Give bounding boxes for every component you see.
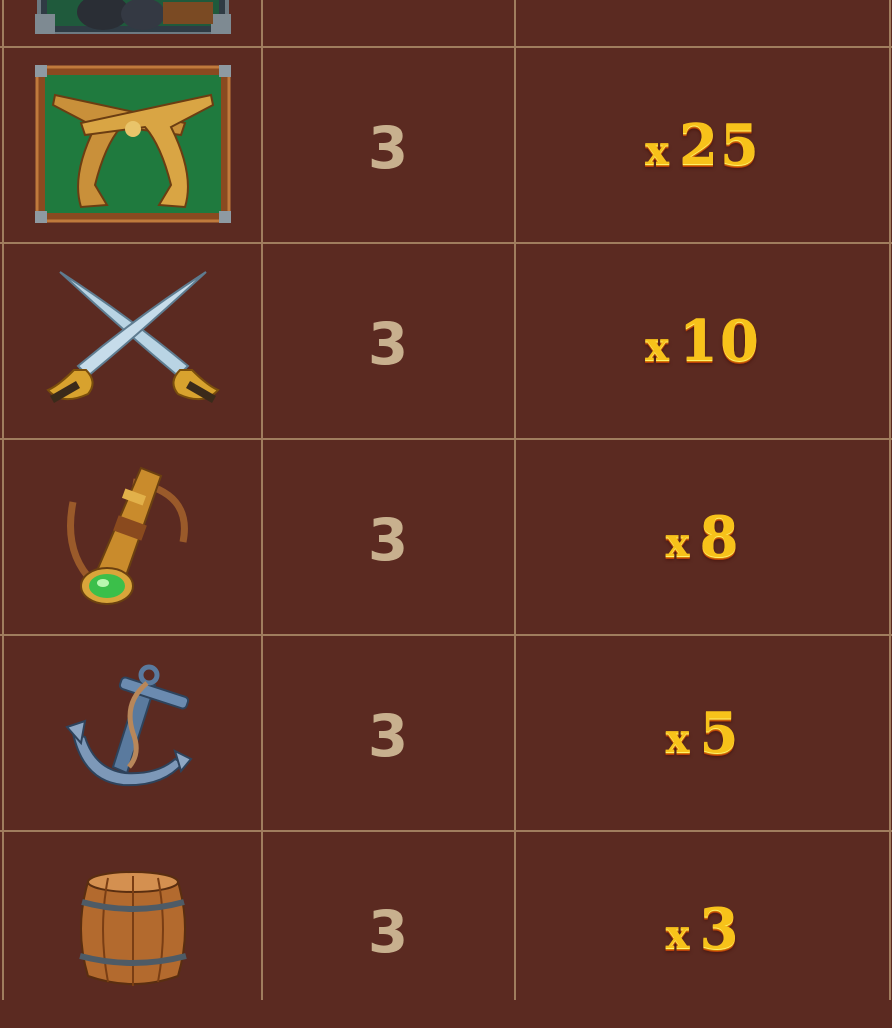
grid-line-horizontal xyxy=(0,242,892,244)
multiplier-value: x3 xyxy=(665,896,741,962)
symbol-cell xyxy=(4,48,261,242)
paytable-row-anchor: 3 x5 xyxy=(0,636,892,832)
paytable-row-cannon xyxy=(0,0,892,48)
multiplier-cell: x8 xyxy=(516,440,890,634)
multiplier-value: x 25 xyxy=(645,112,761,178)
multiplier-cell: x 10 xyxy=(516,244,890,438)
grid-line-horizontal xyxy=(0,438,892,440)
cannon-icon xyxy=(34,0,231,34)
symbol-cell xyxy=(4,440,261,634)
barrel-icon xyxy=(78,871,187,986)
count-cell: 3 xyxy=(263,636,514,830)
grid-line-vertical xyxy=(2,0,4,1000)
symbol-count: 3 xyxy=(367,898,410,966)
paytable-row-spyglass: 3 x8 xyxy=(0,440,892,636)
crossed-swords-icon xyxy=(45,271,220,403)
count-cell xyxy=(263,0,514,46)
multiplier-value: x 10 xyxy=(645,308,761,374)
multiplier-cell: x3 xyxy=(516,832,890,1026)
multiplier-cell: x5 xyxy=(516,636,890,830)
count-cell: 3 xyxy=(263,832,514,1026)
count-cell: 3 xyxy=(263,244,514,438)
paytable-row-swords: 3 x 10 xyxy=(0,244,892,440)
multiplier-value: x8 xyxy=(665,504,741,570)
symbol-count: 3 xyxy=(367,114,410,182)
symbol-cell xyxy=(4,832,261,1026)
symbol-cell xyxy=(4,0,261,46)
paytable-row-barrel: 3 x3 xyxy=(0,832,892,1028)
multiplier-value: x5 xyxy=(665,700,741,766)
anchor-icon xyxy=(64,664,193,787)
symbol-cell xyxy=(4,244,261,438)
symbol-count: 3 xyxy=(367,506,410,574)
multiplier-cell xyxy=(516,0,890,46)
grid-line-vertical xyxy=(261,0,263,1000)
grid-line-horizontal xyxy=(0,830,892,832)
symbol-cell xyxy=(4,636,261,830)
count-cell: 3 xyxy=(263,48,514,242)
grid-line-vertical xyxy=(889,0,891,1000)
symbol-count: 3 xyxy=(367,702,410,770)
grid-line-horizontal xyxy=(0,46,892,48)
grid-line-vertical xyxy=(514,0,516,1000)
paytable-row-pistols: 3 x 25 xyxy=(0,48,892,244)
count-cell: 3 xyxy=(263,440,514,634)
spyglass-icon xyxy=(66,466,188,605)
multiplier-cell: x 25 xyxy=(516,48,890,242)
crossed-pistols-icon xyxy=(34,65,231,223)
grid-line-horizontal xyxy=(0,634,892,636)
symbol-count: 3 xyxy=(367,310,410,378)
